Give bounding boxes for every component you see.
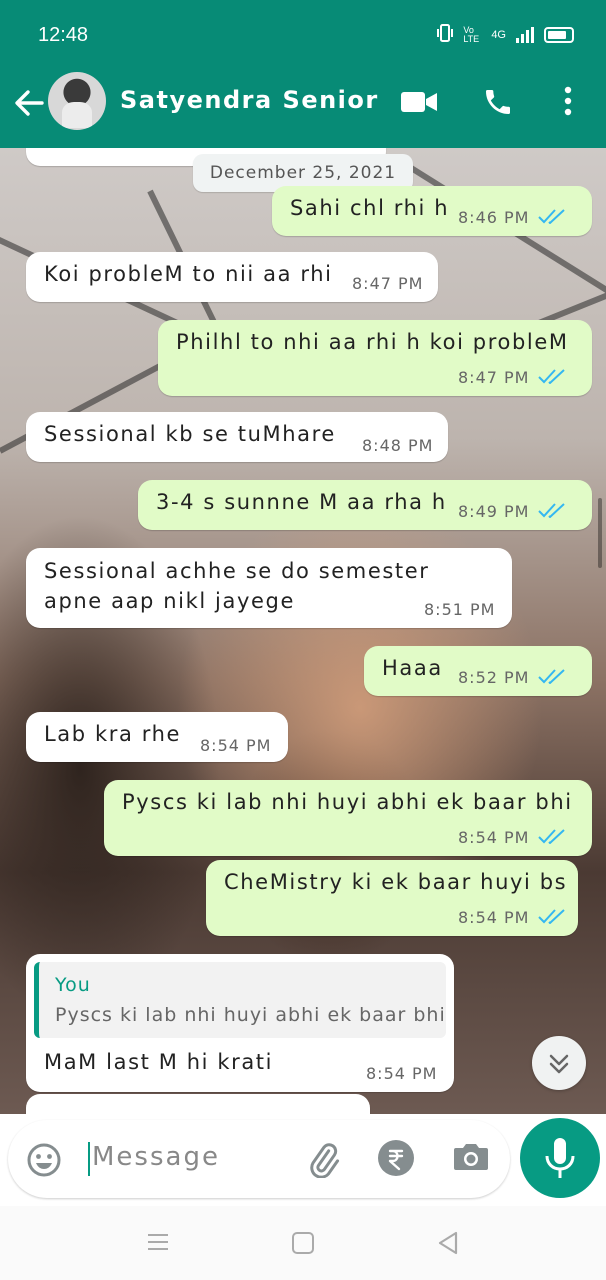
message-outgoing[interactable]: Philhl to nhi aa rhi h koi probleM 8:47 … [158,320,592,396]
back-arrow-icon [15,90,44,116]
camera-icon [454,1144,488,1170]
message-time: 8:52 PM [458,668,530,687]
message-outgoing[interactable]: CheMistry ki ek baar huyi bs 8:54 PM [206,860,578,936]
phone-icon [486,90,510,114]
text-caret [88,1142,90,1176]
message-text: Philhl to nhi aa rhi h koi probleM [176,330,569,354]
more-options-button[interactable] [560,84,576,122]
system-nav-bar [0,1206,606,1280]
video-call-button[interactable] [400,88,438,120]
double-chevron-down-icon [549,1054,569,1074]
quote-author: You [55,974,91,996]
message-outgoing[interactable]: Sahi chl rhi h 8:46 PM [272,186,592,236]
emoji-icon [27,1143,61,1177]
status-time: 12:48 [38,24,89,46]
message-outgoing[interactable]: 3-4 s sunnne M aa rha h 8:49 PM [138,480,592,530]
quote-text: Pyscs ki lab nhi huyi abhi ek baar bhi [55,1004,446,1026]
paperclip-icon [310,1143,340,1179]
message-incoming[interactable]: Sessional achhe se do semester apne aap … [26,548,512,628]
message-composer[interactable]: Message [8,1120,510,1198]
message-text: CheMistry ki ek baar huyi bs [224,870,568,894]
message-time: 8:51 PM [424,600,496,619]
volte-label: Vo LTE [463,24,480,44]
message-incoming[interactable]: Koi probleM to nii aa rhi 8:47 PM [26,252,438,302]
message-time: 8:54 PM [200,736,272,755]
video-camera-icon [401,92,437,112]
message-outgoing[interactable]: Pyscs ki lab nhi huyi abhi ek baar bhi 8… [104,780,592,856]
message-incoming-reply[interactable]: You Pyscs ki lab nhi huyi abhi ek baar b… [26,954,454,1092]
battery-icon [544,26,574,43]
emoji-button[interactable] [26,1142,62,1182]
more-vert-icon [564,86,572,116]
message-time: 8:48 PM [362,436,434,455]
read-ticks-icon [538,909,565,924]
message-outgoing[interactable]: Haaa 8:52 PM [364,646,592,696]
message-text-line1: Sessional achhe se do semester [44,559,430,583]
voice-message-button[interactable] [520,1118,600,1198]
menu-lines-icon [148,1234,168,1250]
message-text: Haaa [382,656,443,680]
rupee-icon [388,1149,404,1171]
payment-button[interactable] [378,1140,414,1176]
voice-call-button[interactable] [482,86,514,122]
chat-header: Satyendra Senior [0,70,606,148]
network-label: 4G [491,28,506,41]
scroll-to-bottom-button[interactable] [532,1036,586,1090]
camera-button[interactable] [452,1140,490,1178]
recents-button[interactable] [146,1230,170,1258]
message-input[interactable]: Message [92,1142,220,1172]
message-text-line2: apne aap nikl jayege [44,589,295,613]
microphone-icon [545,1138,575,1178]
message-text: Sahi chl rhi h [290,196,450,220]
message-text: Koi probleM to nii aa rhi [44,262,333,286]
message-time: 8:47 PM [458,368,530,387]
message-text: 3-4 s sunnne M aa rha h [156,490,447,514]
contact-avatar[interactable] [48,72,106,130]
home-button[interactable] [292,1232,314,1254]
message-incoming[interactable]: Sessional kb se tuMhare 8:48 PM [26,412,448,462]
message-time: 8:54 PM [366,1064,438,1083]
message-text: MaM last M hi krati [44,1050,274,1074]
message-text: Lab kra rhe [44,722,182,746]
quoted-message[interactable]: You Pyscs ki lab nhi huyi abhi ek baar b… [34,962,446,1038]
nav-back-button[interactable] [436,1230,460,1260]
message-bubble-partial[interactable] [26,1094,370,1114]
read-ticks-icon [538,669,565,684]
status-bar: 12:48 Vo LTE 4G [0,0,606,70]
message-text: Pyscs ki lab nhi huyi abhi ek baar bhi [122,790,573,814]
message-text: Sessional kb se tuMhare [44,422,336,446]
attach-button[interactable] [304,1140,342,1182]
contact-name[interactable]: Satyendra Senior [120,86,379,114]
signal-icon [516,26,534,43]
read-ticks-icon [538,369,565,384]
message-time: 8:54 PM [458,908,530,927]
message-time: 8:54 PM [458,828,530,847]
chat-area[interactable]: December 25, 2021 Sahi chl rhi h 8:46 PM… [0,148,606,1114]
message-time: 8:47 PM [352,274,424,293]
read-ticks-icon [538,829,565,844]
message-time: 8:46 PM [458,208,530,227]
status-icons: Vo LTE 4G [437,24,574,45]
scrollbar[interactable] [598,498,602,568]
read-ticks-icon [538,503,565,518]
back-button[interactable] [12,86,46,120]
message-time: 8:49 PM [458,502,530,521]
vibrate-icon [437,24,454,45]
triangle-back-icon [438,1231,458,1255]
read-ticks-icon [538,209,565,224]
message-incoming[interactable]: Lab kra rhe 8:54 PM [26,712,288,762]
